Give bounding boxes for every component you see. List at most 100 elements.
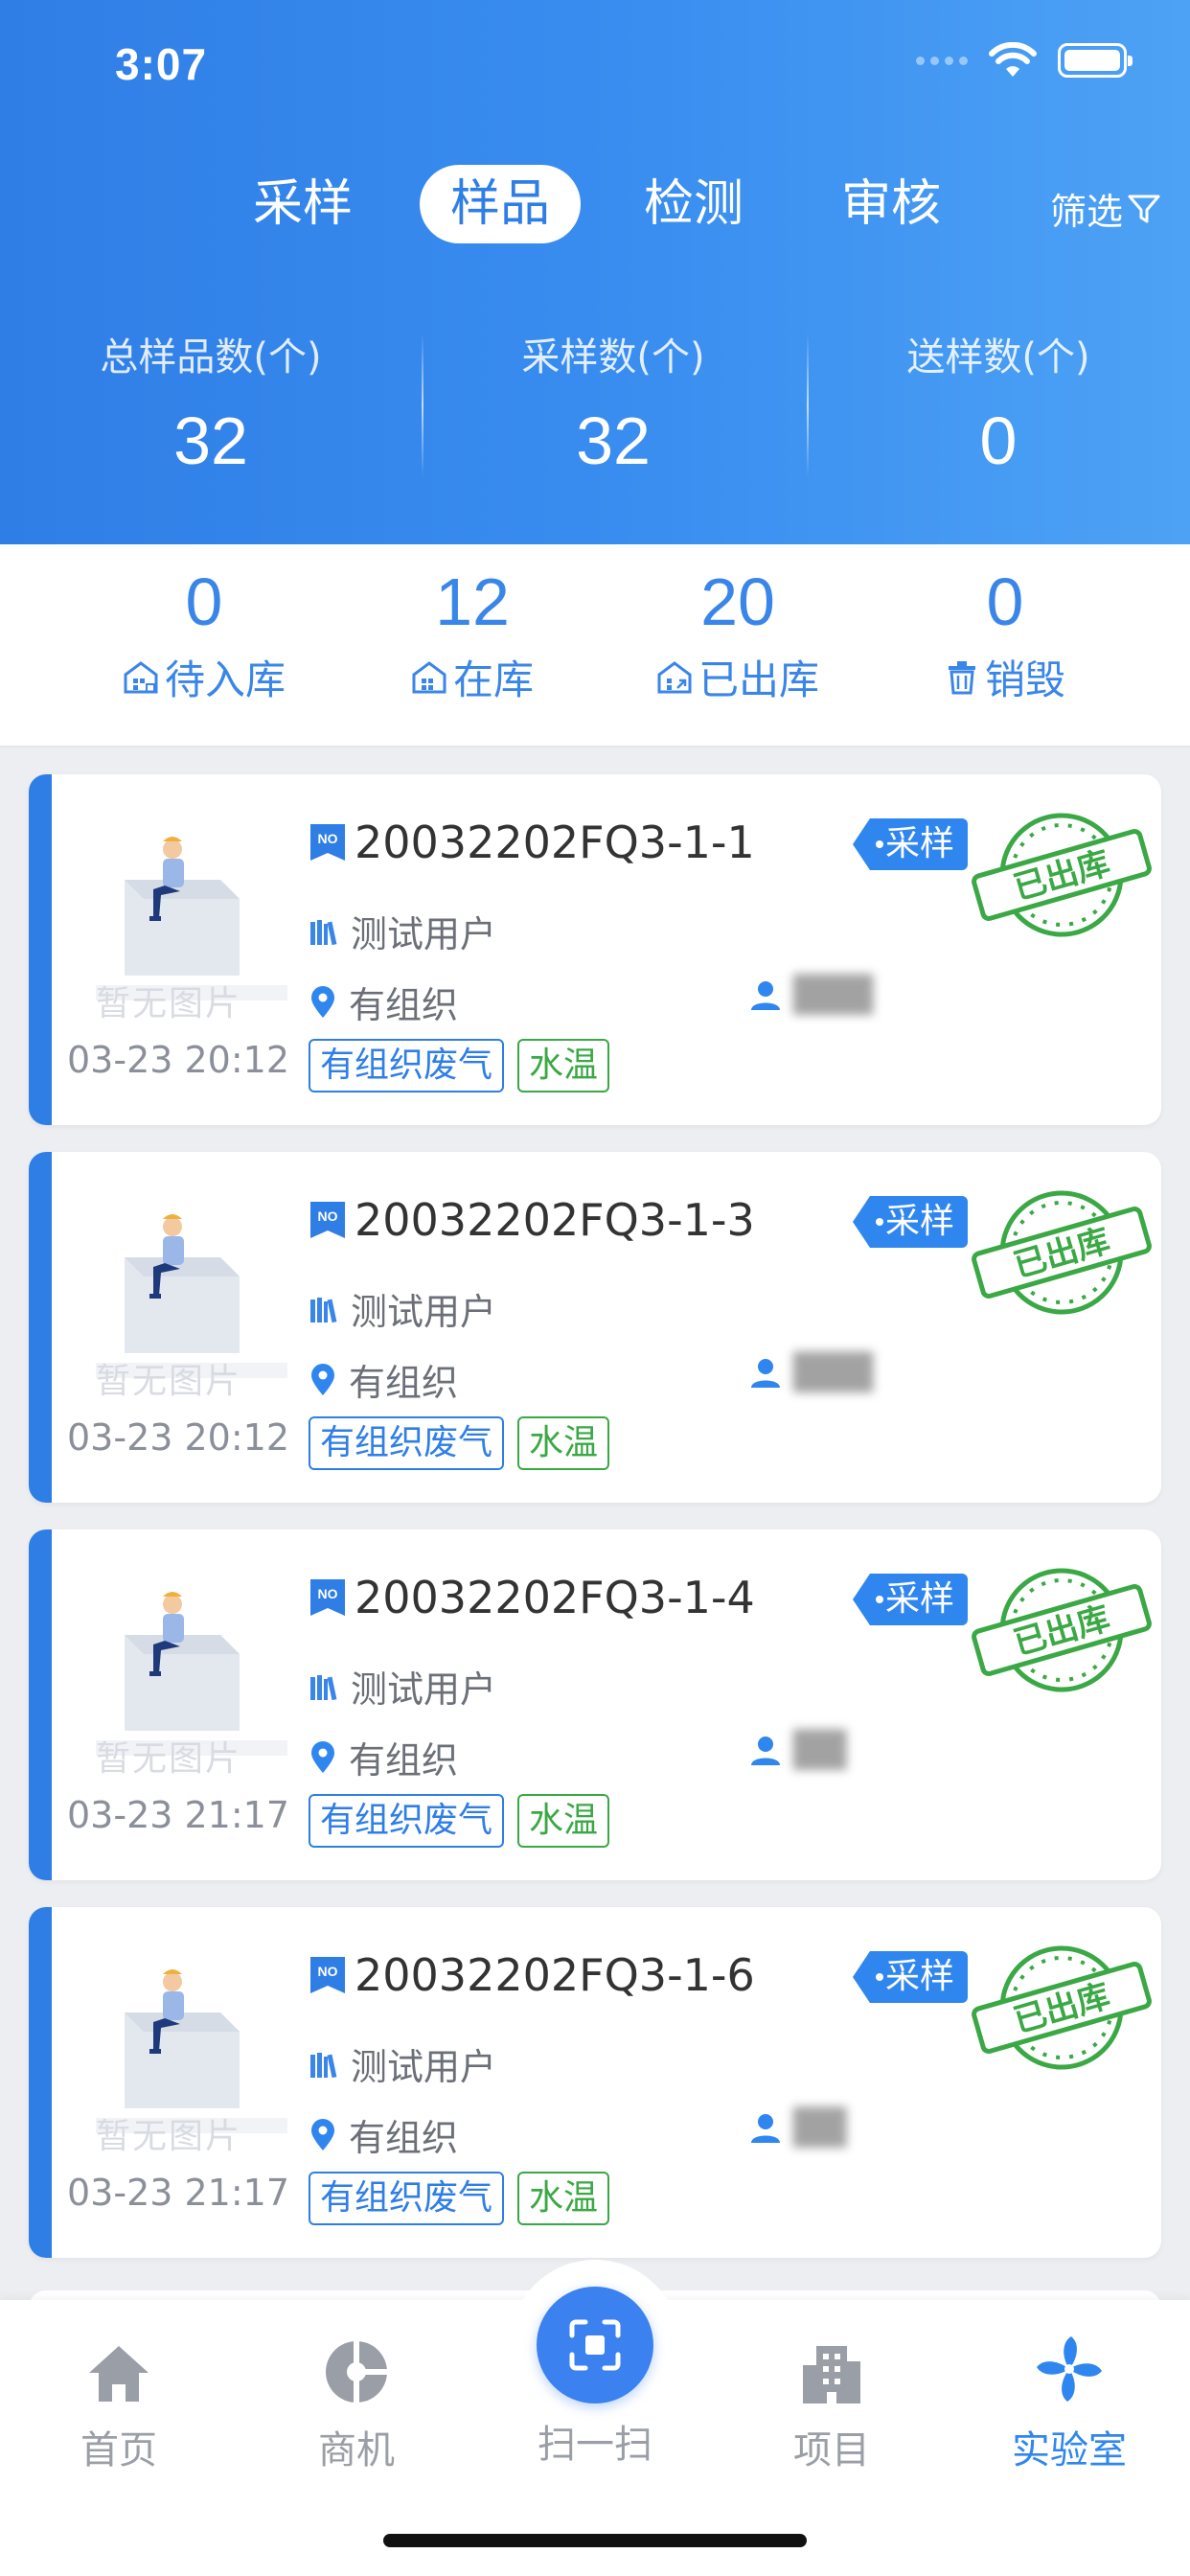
sample-list: 暂无图片 03-23 20:12 NO 20032202FQ3-1-1 测试用户… — [29, 774, 1161, 2285]
storage-destroyed[interactable]: 0 销毁 — [861, 564, 1149, 706]
stat-label: 送样数(个) — [906, 335, 1090, 380]
card-accent — [29, 1907, 52, 2258]
storage-pending[interactable]: 0 待入库 — [60, 564, 348, 706]
storage-count: 20 — [700, 564, 775, 639]
sample-card[interactable]: 暂无图片 03-23 21:17 NO 20032202FQ3-1-4 测试用户… — [29, 1530, 1161, 1880]
person-icon — [751, 2113, 780, 2143]
collector-name-redacted: ██ — [793, 2108, 847, 2148]
filter-button[interactable]: 筛选 — [1050, 182, 1161, 235]
person-icon — [751, 1358, 780, 1388]
tag-param: 水温 — [517, 1794, 610, 1848]
card-accent — [29, 774, 52, 1125]
signal-icon — [916, 56, 968, 65]
stamp-shipped-icon: 已出库 — [972, 813, 1152, 937]
nav-label: 首页 — [80, 2428, 157, 2472]
svg-text:NO: NO — [318, 1208, 338, 1224]
sample-code: 20032202FQ3-1-6 — [355, 1949, 755, 2001]
nav-label: 项目 — [793, 2428, 870, 2472]
tag-param: 水温 — [517, 1416, 610, 1470]
sample-code: 20032202FQ3-1-3 — [355, 1194, 755, 1246]
storage-label: 待入库 — [164, 656, 286, 703]
nav-scan-label[interactable]: 扫一扫 — [518, 2413, 672, 2469]
stat-value: 32 — [173, 403, 248, 478]
type-badge: 采样 — [853, 1196, 969, 1248]
warehouse-out-icon — [657, 660, 692, 693]
filter-icon — [1128, 195, 1160, 222]
filter-label: 筛选 — [1050, 191, 1124, 233]
tab-testing[interactable]: 检测 — [627, 165, 761, 243]
storage-label: 已出库 — [698, 656, 819, 703]
sample-card[interactable]: 暂无图片 03-23 20:12 NO 20032202FQ3-1-1 测试用户… — [29, 774, 1161, 1125]
opportunity-icon — [326, 2341, 387, 2403]
tab-sampling[interactable]: 采样 — [236, 165, 370, 243]
sample-user-group: 测试用户 — [351, 1668, 497, 1711]
stat-sampled: 采样数(个) 32 — [422, 326, 805, 479]
warehouse-icon — [412, 660, 446, 693]
nav-lab[interactable]: 实验室 — [993, 2329, 1146, 2474]
svg-text:NO: NO — [318, 1586, 338, 1601]
nav-opportunity[interactable]: 商机 — [280, 2329, 433, 2474]
scan-button[interactable] — [537, 2287, 653, 2404]
type-badge: 采样 — [853, 1951, 969, 2003]
tag-category: 有组织废气 — [309, 1039, 505, 1092]
top-tabs: 采样 样品 检测 审核 筛选 — [0, 165, 1190, 251]
stat-total: 总样品数(个) 32 — [19, 326, 402, 479]
sample-card[interactable]: 暂无图片 03-23 20:12 NO 20032202FQ3-1-3 测试用户… — [29, 1152, 1161, 1503]
status-time: 3:07 — [115, 39, 208, 89]
sample-date: 03-23 21:17 — [67, 1794, 290, 1836]
nav-projects[interactable]: 项目 — [755, 2329, 908, 2474]
building-icon — [803, 2346, 860, 2404]
card-accent — [29, 1152, 52, 1503]
tab-review[interactable]: 审核 — [824, 165, 958, 243]
storage-in-stock[interactable]: 12 在库 — [329, 564, 616, 706]
sample-code: 20032202FQ3-1-4 — [355, 1572, 755, 1623]
home-indicator[interactable] — [383, 2534, 807, 2547]
sample-date: 03-23 20:12 — [67, 1039, 290, 1081]
tag-category: 有组织废气 — [309, 1794, 505, 1848]
battery-icon — [1058, 43, 1133, 78]
stamp-shipped-icon: 已出库 — [972, 1568, 1152, 1692]
sample-no-icon: NO — [310, 1202, 345, 1238]
person-icon — [751, 980, 780, 1010]
type-badge: 采样 — [853, 818, 969, 870]
collector-name-redacted: ███ — [793, 976, 874, 1015]
location-pin-icon — [311, 2118, 334, 2150]
storage-out[interactable]: 20 已出库 — [594, 564, 881, 706]
books-icon — [310, 1297, 337, 1322]
sample-user-group: 测试用户 — [351, 2046, 497, 2088]
warehouse-in-icon — [124, 660, 158, 693]
stat-value: 0 — [979, 403, 1018, 478]
header: 3:07 采样 样品 检测 审核 筛选 总样品数(个) 32 采样数(个) 32 — [0, 0, 1190, 544]
tag-param: 水温 — [517, 2172, 610, 2225]
fan-icon — [1037, 2336, 1102, 2402]
sample-date: 03-23 21:17 — [67, 2172, 290, 2214]
location-pin-icon — [311, 1740, 334, 1773]
collector-name-redacted: ██ — [793, 1731, 847, 1770]
sample-card[interactable]: 暂无图片 03-23 21:17 NO 20032202FQ3-1-6 测试用户… — [29, 1907, 1161, 2258]
sample-no-icon: NO — [310, 1579, 345, 1616]
storage-count: 0 — [185, 564, 223, 639]
sample-user-group: 测试用户 — [351, 1291, 497, 1333]
stamp-shipped-icon: 已出库 — [972, 1945, 1152, 2070]
storage-summary: 0 待入库 12 在库 20 已出库 0 销毁 — [0, 544, 1190, 748]
svg-text:NO: NO — [318, 1964, 338, 1979]
stat-label: 总样品数(个) — [100, 335, 322, 380]
sample-no-icon: NO — [310, 1957, 345, 1993]
no-image-text: 暂无图片 — [96, 1362, 242, 1401]
tab-samples[interactable]: 样品 — [420, 165, 581, 243]
sample-no-icon: NO — [310, 824, 345, 861]
storage-count: 12 — [435, 564, 510, 639]
no-image-text: 暂无图片 — [96, 984, 242, 1024]
storage-label: 在库 — [452, 656, 534, 703]
person-icon — [751, 1736, 780, 1765]
location-pin-icon — [311, 985, 334, 1018]
nav-home[interactable]: 首页 — [42, 2329, 195, 2474]
wifi-icon — [989, 42, 1037, 77]
stats-row: 总样品数(个) 32 采样数(个) 32 送样数(个) 0 — [0, 326, 1190, 489]
collector-name-redacted: ███ — [793, 1353, 874, 1392]
stat-sent: 送样数(个) 0 — [807, 326, 1190, 479]
stat-label: 采样数(个) — [521, 335, 705, 380]
sample-location: 有组织 — [349, 984, 459, 1026]
no-image-text: 暂无图片 — [96, 2117, 242, 2156]
nav-label: 实验室 — [1012, 2428, 1127, 2472]
